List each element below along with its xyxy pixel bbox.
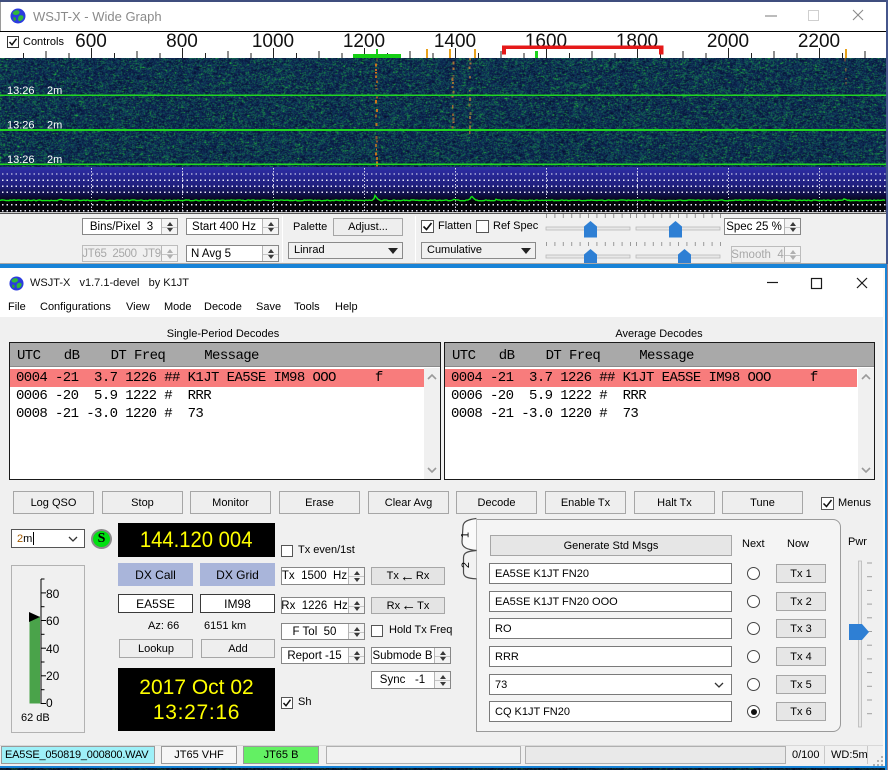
svg-text:1000: 1000	[252, 31, 294, 52]
svg-text:2m: 2m	[47, 85, 62, 97]
svg-text:60: 60	[46, 614, 60, 628]
svg-text:0: 0	[46, 696, 53, 710]
svg-text:2m: 2m	[47, 120, 62, 132]
svg-text:1: 1	[460, 532, 472, 538]
svg-text:2000: 2000	[707, 31, 749, 52]
svg-text:13:26: 13:26	[7, 120, 35, 132]
svg-text:13:26: 13:26	[7, 154, 35, 166]
svg-text:20: 20	[46, 669, 60, 683]
svg-text:1200: 1200	[343, 31, 385, 52]
svg-text:2200: 2200	[798, 31, 840, 52]
svg-text:1400: 1400	[434, 31, 476, 52]
svg-text:13:26: 13:26	[7, 85, 35, 97]
svg-text:2m: 2m	[47, 154, 62, 166]
svg-text:80: 80	[46, 587, 60, 601]
svg-text:40: 40	[46, 642, 60, 656]
svg-text:2: 2	[460, 562, 472, 568]
